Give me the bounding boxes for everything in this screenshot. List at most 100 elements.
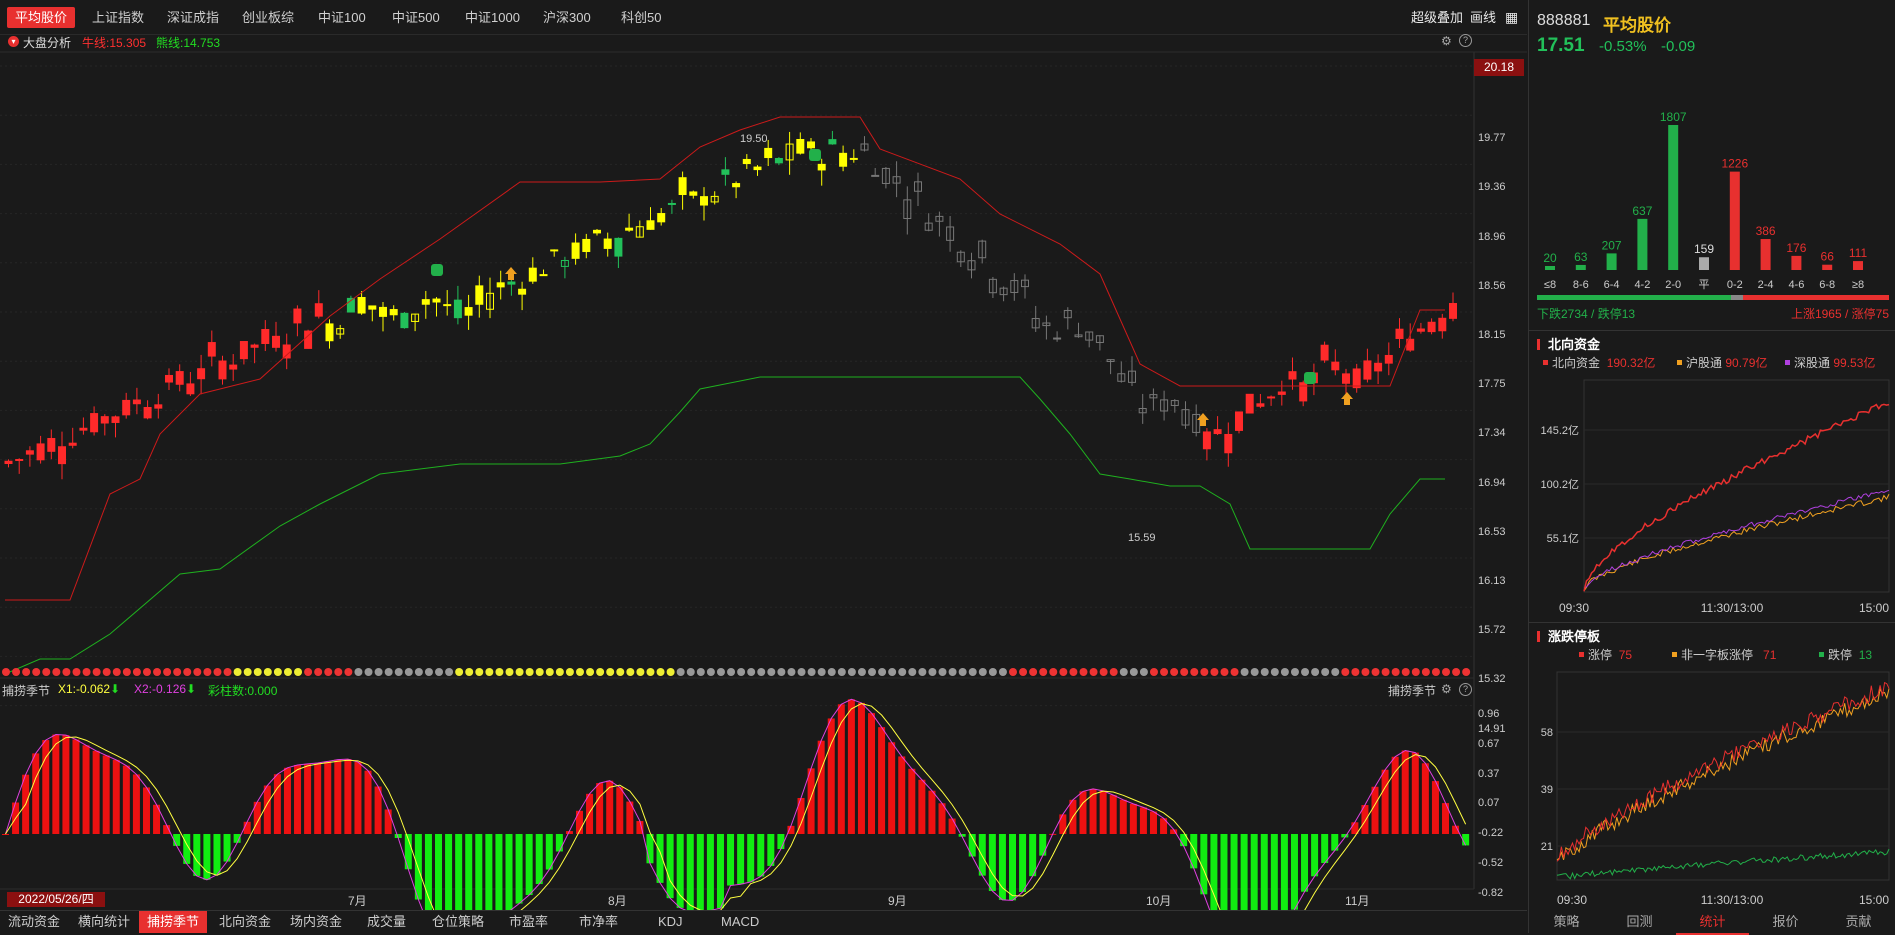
limit-down-line <box>1556 848 1890 880</box>
rtab-statistics[interactable]: 统计 <box>1676 911 1749 935</box>
trend-dot <box>727 668 736 676</box>
tab-avg-price[interactable]: 平均股价 <box>7 7 76 28</box>
distribution-value: 386 <box>1756 224 1776 238</box>
btab-position[interactable]: 仓位策略 <box>424 911 492 933</box>
btab-northbound[interactable]: 北向资金 <box>211 911 279 933</box>
north-title: 北向资金 <box>1537 334 1600 353</box>
btab-pe[interactable]: 市盈率 <box>501 911 556 933</box>
trend-dot <box>384 668 393 676</box>
btab-liquidity[interactable]: 流动资金 <box>0 911 68 933</box>
trend-dot <box>1210 668 1219 676</box>
trend-dot <box>92 668 101 676</box>
btab-horizontal[interactable]: 横向统计 <box>70 911 138 933</box>
trend-dot <box>102 668 111 676</box>
indicator-axis-label: 0.96 <box>1478 708 1500 720</box>
tab-shenzhen[interactable]: 深证成指 <box>159 7 227 28</box>
trend-dot <box>1462 668 1471 676</box>
btab-fishing-season[interactable]: 捕捞季节 <box>139 911 208 933</box>
indicator-bar <box>1230 834 1238 910</box>
indicator-axis-label: -0.52 <box>1478 857 1504 869</box>
down-count-text: 下跌2734 / 跌停13 <box>1537 306 1635 321</box>
candle-body <box>678 177 687 196</box>
candle-body <box>250 344 259 348</box>
trend-dot <box>555 668 564 676</box>
grid-icon[interactable]: ▦ <box>1505 7 1518 28</box>
trend-dot <box>1290 668 1299 676</box>
indicator-bar <box>988 834 996 892</box>
tab-star50[interactable]: 科创50 <box>613 7 669 28</box>
price-axis-label: 18.96 <box>1478 230 1506 243</box>
btab-pb[interactable]: 市净率 <box>571 911 626 933</box>
trend-dot <box>163 668 172 676</box>
trend-dot <box>696 668 705 676</box>
indicator-bar <box>263 785 271 834</box>
trend-dot <box>1401 668 1410 676</box>
candle-body <box>1245 393 1254 414</box>
north-y-label: 55.1亿 <box>1547 532 1579 545</box>
tab-csi500[interactable]: 中证500 <box>384 7 448 28</box>
trend-dot <box>948 668 957 676</box>
rtab-contribution[interactable]: 贡献 <box>1822 911 1895 933</box>
candle-body <box>1342 373 1350 384</box>
tab-hs300[interactable]: 沪深300 <box>535 7 599 28</box>
candle-body <box>582 238 591 253</box>
trend-dot <box>535 668 544 676</box>
indicator-settings-icon[interactable]: ⚙ <box>1441 682 1452 696</box>
tab-csi1000[interactable]: 中证1000 <box>457 7 528 28</box>
indicator-bar <box>122 765 130 834</box>
trend-dot <box>22 668 31 676</box>
rtab-quote[interactable]: 报价 <box>1749 911 1822 933</box>
candle-body <box>518 288 527 295</box>
indicator-bar <box>1119 799 1127 834</box>
distribution-label: 8-6 <box>1573 279 1589 291</box>
indicator-help-icon[interactable]: ? <box>1459 683 1472 696</box>
indicator-bar <box>807 768 815 834</box>
current-date-badge: 2022/05/26/四 <box>7 892 105 907</box>
stock-name: 平均股价 <box>1603 16 1671 35</box>
trend-dot <box>294 668 303 676</box>
btab-macd[interactable]: MACD <box>713 911 767 933</box>
btab-volume[interactable]: 成交量 <box>359 911 414 933</box>
rtab-strategy[interactable]: 策略 <box>1530 911 1603 933</box>
distribution-label: ≤8 <box>1544 279 1556 291</box>
candle-body <box>1416 328 1425 332</box>
candle-body <box>432 298 441 303</box>
indicator-bar <box>555 834 563 852</box>
price-axis-label: 19.77 <box>1478 132 1506 145</box>
indicator-bar <box>72 739 80 834</box>
trend-dot <box>62 668 71 676</box>
indicator-bar <box>1301 834 1309 892</box>
trend-dot <box>1311 668 1320 676</box>
btab-onsite-funds[interactable]: 场内资金 <box>282 911 350 933</box>
trend-dot <box>1431 668 1440 676</box>
btab-kdj[interactable]: KDJ <box>650 911 691 933</box>
indicator-bar <box>1270 834 1278 910</box>
candle-body <box>314 303 323 317</box>
trend-dot <box>1069 668 1078 676</box>
candle-body <box>4 460 13 465</box>
price-axis-label: 16.53 <box>1478 525 1506 538</box>
candle-body <box>36 443 45 461</box>
trend-dot <box>918 668 927 676</box>
north-y-label: 100.2亿 <box>1540 478 1579 491</box>
candlestick-chart[interactable] <box>0 34 1527 910</box>
rtab-backtest[interactable]: 回测 <box>1603 911 1676 933</box>
distribution-bar <box>1606 253 1617 270</box>
trend-dot <box>868 668 877 676</box>
indicator-bar <box>1321 834 1329 864</box>
tab-shanghai[interactable]: 上证指数 <box>84 7 152 28</box>
trend-dot <box>1240 668 1249 676</box>
indicator-bar <box>898 756 906 834</box>
flat-ratio-bar <box>1731 295 1743 300</box>
trend-dot <box>203 668 212 676</box>
tab-chinext[interactable]: 创业板综 <box>234 7 302 28</box>
draw-line-button[interactable]: 画线 <box>1470 7 1496 28</box>
trend-dot <box>596 668 605 676</box>
super-overlay-button[interactable]: 超级叠加 <box>1411 7 1463 28</box>
candle-body <box>732 183 741 188</box>
tab-csi100[interactable]: 中证100 <box>310 7 374 28</box>
indicator-bar <box>676 834 684 908</box>
trend-dot <box>898 668 907 676</box>
indicator-bar <box>273 774 281 834</box>
distribution-bar <box>1822 264 1833 270</box>
